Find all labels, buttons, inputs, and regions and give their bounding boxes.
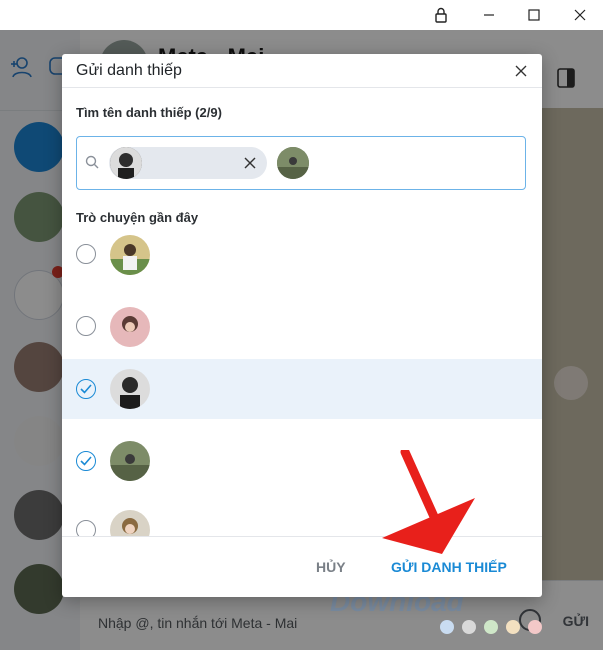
recent-label: Trò chuyện gần đây bbox=[76, 210, 199, 225]
divider bbox=[62, 87, 542, 88]
radio-button[interactable] bbox=[76, 520, 96, 536]
contact-avatar bbox=[110, 369, 150, 409]
close-window-button[interactable] bbox=[557, 0, 603, 30]
radio-button[interactable] bbox=[76, 379, 96, 399]
chip-avatar bbox=[110, 147, 142, 179]
cancel-button[interactable]: HỦY bbox=[316, 559, 346, 575]
contact-search-input[interactable] bbox=[76, 136, 526, 190]
maximize-button[interactable] bbox=[511, 0, 557, 30]
contact-avatar bbox=[110, 307, 150, 347]
selected-contact-avatar[interactable] bbox=[277, 147, 309, 179]
contact-row[interactable] bbox=[62, 224, 542, 284]
watermark-dots bbox=[440, 620, 550, 634]
window-titlebar bbox=[0, 0, 603, 30]
annotation-arrow bbox=[382, 450, 475, 554]
contact-avatar bbox=[110, 510, 150, 536]
radio-button[interactable] bbox=[76, 316, 96, 336]
contact-row[interactable] bbox=[62, 359, 542, 419]
contact-avatar bbox=[110, 235, 150, 275]
selected-contact-chip[interactable] bbox=[109, 147, 267, 179]
minimize-button[interactable] bbox=[466, 0, 512, 30]
radio-button[interactable] bbox=[76, 244, 96, 264]
radio-button[interactable] bbox=[76, 451, 96, 471]
search-icon bbox=[85, 155, 99, 174]
send-contact-card-button[interactable]: GỬI DANH THIẾP bbox=[391, 559, 507, 575]
search-label: Tìm tên danh thiếp (2/9) bbox=[76, 105, 222, 120]
lock-icon[interactable] bbox=[418, 0, 464, 30]
remove-chip-icon[interactable] bbox=[243, 156, 257, 170]
contact-row[interactable] bbox=[62, 296, 542, 356]
contact-avatar bbox=[110, 441, 150, 481]
close-icon[interactable] bbox=[510, 60, 532, 82]
dialog-title: Gửi danh thiếp bbox=[76, 62, 182, 79]
